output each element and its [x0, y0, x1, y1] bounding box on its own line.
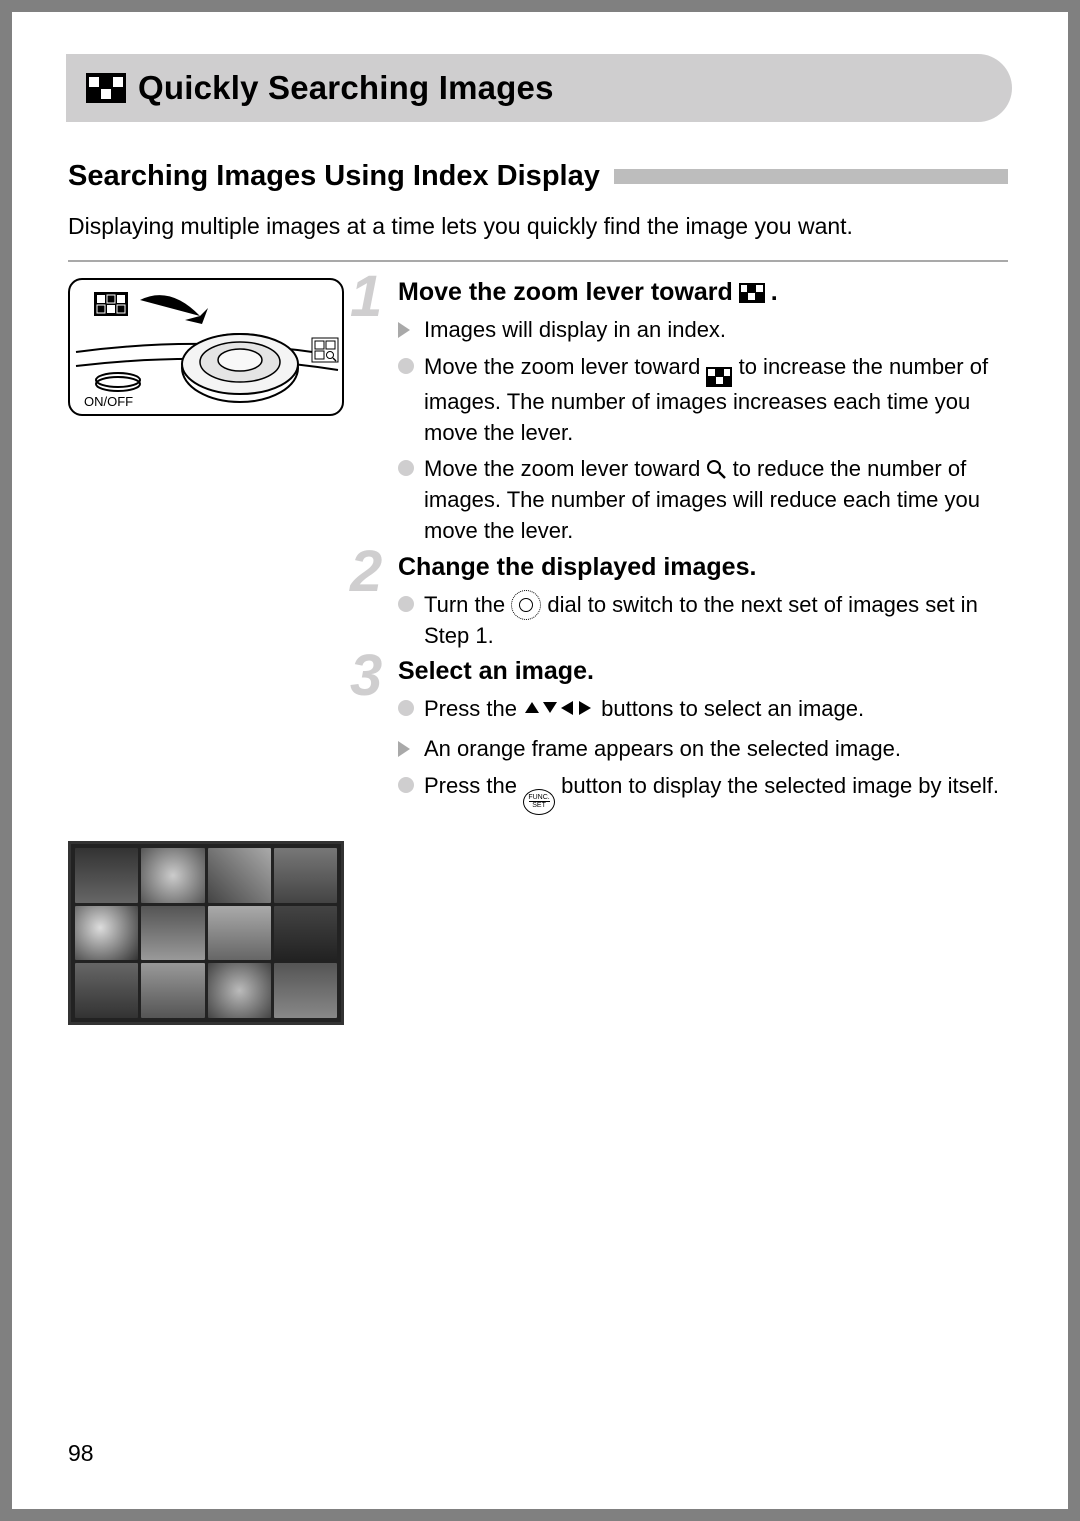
step-number: 3 — [350, 647, 382, 705]
intro-text: Displaying multiple images at a time let… — [68, 211, 1008, 242]
index-preview-grid — [68, 841, 344, 1025]
index-grid-icon — [706, 367, 732, 387]
step-heading: Move the zoom lever toward . — [398, 278, 1008, 307]
bullet: Move the zoom lever toward to reduce the… — [398, 454, 1008, 546]
step-heading-post: . — [771, 278, 778, 307]
bullet: Press the FUNC. SET button to display th… — [398, 771, 1008, 815]
triangle-bullet-icon — [398, 322, 410, 338]
bullet-text: Press the — [424, 773, 523, 798]
bullet-text: Images will display in an index. — [424, 317, 726, 342]
func-label-top: FUNC. — [528, 794, 549, 801]
bullet: Turn the dial to switch to the next set … — [398, 590, 1008, 652]
bullet-text: Turn the — [424, 592, 511, 617]
onoff-label: ON/OFF — [84, 394, 133, 409]
dot-bullet-icon — [398, 777, 414, 793]
page-title: Quickly Searching Images — [138, 69, 554, 107]
bullet-text: button to display the selected image by … — [561, 773, 999, 798]
magnify-icon — [706, 457, 726, 477]
dot-bullet-icon — [398, 460, 414, 476]
bullet-text: Move the zoom lever toward — [424, 354, 706, 379]
bullet-text: Press the — [424, 696, 523, 721]
bullet: Images will display in an index. — [398, 315, 1008, 346]
func-label-bottom: SET — [532, 802, 546, 809]
thumb — [208, 963, 271, 1018]
step-1: 1 Move the zoom lever toward . Images wi… — [378, 278, 1008, 547]
dot-bullet-icon — [398, 358, 414, 374]
manual-page: Quickly Searching Images Searching Image… — [12, 12, 1068, 1509]
bullet-text: Move the zoom lever toward — [424, 456, 706, 481]
bullet: Press the buttons to select an image. — [398, 694, 1008, 728]
step-number: 1 — [350, 268, 382, 326]
thumb — [75, 963, 138, 1018]
body-columns: ON/OFF 1 — [68, 278, 1008, 1025]
thumb — [75, 906, 138, 961]
thumb — [208, 848, 271, 903]
thumb — [141, 963, 204, 1018]
dot-bullet-icon — [398, 596, 414, 612]
step-2: 2 Change the displayed images. Turn the … — [378, 553, 1008, 652]
separator — [68, 260, 1008, 262]
heading-rule — [614, 169, 1008, 184]
triangle-bullet-icon — [398, 741, 410, 757]
bullet: Move the zoom lever toward to increase t… — [398, 352, 1008, 449]
thumb — [274, 906, 337, 961]
page-number: 98 — [68, 1440, 94, 1467]
bullet: An orange frame appears on the selected … — [398, 734, 1008, 765]
bullet-text: buttons to select an image. — [601, 696, 864, 721]
index-grid-icon — [739, 283, 765, 303]
section-heading: Searching Images Using Index Display — [68, 160, 600, 193]
control-dial-icon — [511, 590, 541, 620]
step-3: 3 Select an image. Press the — [378, 657, 1008, 814]
step-heading: Change the displayed images. — [398, 553, 1008, 582]
step-number: 2 — [350, 543, 382, 601]
camera-diagram: ON/OFF — [68, 278, 344, 416]
page-title-bar: Quickly Searching Images — [66, 54, 1012, 122]
thumb — [75, 848, 138, 903]
thumb — [274, 848, 337, 903]
bullet-text: An orange frame appears on the selected … — [424, 736, 901, 761]
step-heading-text: Move the zoom lever toward — [398, 278, 733, 307]
thumb — [141, 848, 204, 903]
section-heading-row: Searching Images Using Index Display — [68, 160, 1008, 193]
index-grid-icon — [86, 73, 126, 103]
steps-column: 1 Move the zoom lever toward . Images wi… — [378, 278, 1008, 1025]
func-set-button-icon: FUNC. SET — [523, 789, 555, 815]
left-column: ON/OFF — [68, 278, 352, 1025]
dot-bullet-icon — [398, 700, 414, 716]
thumb — [141, 906, 204, 961]
step-heading: Select an image. — [398, 657, 1008, 686]
thumb — [274, 963, 337, 1018]
thumb — [208, 906, 271, 961]
dpad-arrows-icon — [523, 697, 595, 728]
